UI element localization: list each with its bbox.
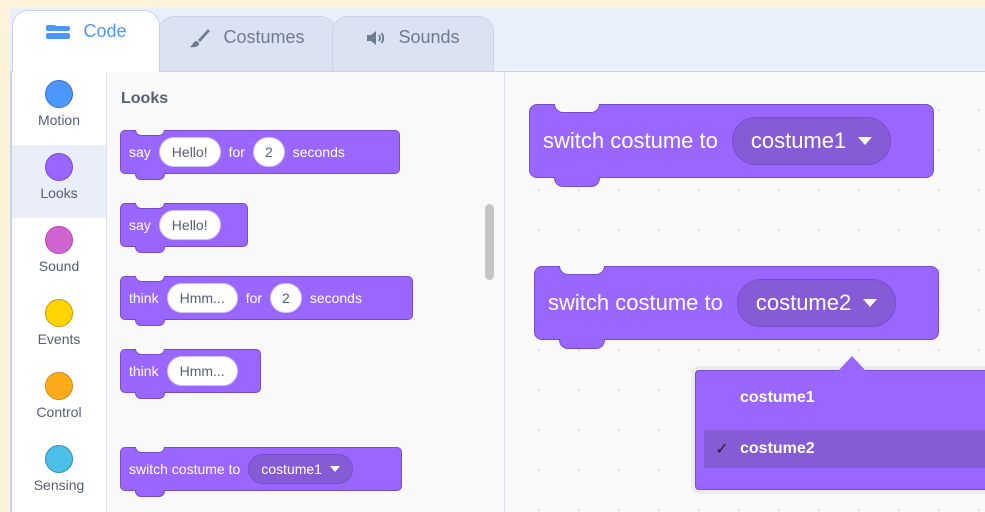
category-events-label: Events [37, 331, 81, 347]
block-tab [135, 319, 165, 326]
costume-dropdown[interactable]: costume1 [731, 117, 892, 165]
tab-sounds[interactable]: Sounds [332, 16, 494, 72]
block-text: switch costume to [129, 461, 241, 477]
block-text: think [129, 363, 159, 379]
tab-sounds-label: Sounds [398, 27, 460, 47]
block-tab [135, 173, 165, 180]
message-input[interactable]: Hmm... [166, 283, 238, 313]
block-notch [135, 447, 165, 453]
block-notch [559, 266, 605, 275]
dropdown-option-costume1[interactable]: costume1 [704, 379, 985, 417]
dropdown-option-label: costume2 [740, 440, 815, 457]
block-palette[interactable]: Looks say Hello! for 2 seconds say Hello… [107, 72, 505, 512]
message-input[interactable]: Hello! [158, 137, 221, 167]
block-notch [135, 203, 165, 209]
block-switch-costume[interactable]: switch costume to costume1 [120, 447, 402, 497]
checkmark-icon: ✓ [715, 441, 729, 458]
dropdown-pointer [838, 356, 866, 371]
tab-costumes[interactable]: Costumes [158, 16, 336, 72]
block-think-for-seconds[interactable]: think Hmm... for 2 seconds [120, 276, 413, 326]
block-notch [554, 104, 600, 113]
category-sound-label: Sound [38, 258, 80, 274]
palette-section-title: Looks [121, 90, 169, 107]
costume-dropdown-value: costume1 [750, 128, 847, 153]
category-sensing-label: Sensing [33, 477, 85, 493]
category-sound[interactable]: Sound [12, 218, 106, 291]
category-looks-label: Looks [40, 185, 78, 201]
block-text: for [228, 144, 245, 160]
block-notch [135, 276, 165, 282]
block-text: seconds [309, 290, 362, 306]
workspace-block-switch-costume-2[interactable]: switch costume to costume2 [534, 266, 939, 349]
category-sensing[interactable]: Sensing [12, 437, 106, 510]
message-input[interactable]: Hello! [158, 210, 221, 240]
category-events-dot [45, 299, 73, 327]
category-motion-dot [45, 80, 73, 108]
category-control-label: Control [36, 404, 82, 420]
message-input[interactable]: Hmm... [166, 356, 238, 386]
dropdown-option-label: costume1 [740, 389, 815, 406]
block-think[interactable]: think Hmm... [120, 349, 261, 399]
seconds-input[interactable]: 2 [270, 283, 302, 313]
block-tab [554, 177, 600, 187]
palette-scrollbar[interactable] [485, 204, 494, 280]
block-text: switch costume to [548, 290, 723, 315]
category-control-dot [45, 372, 73, 400]
block-tab [135, 490, 165, 497]
block-tab [135, 246, 165, 253]
tab-bar: Code Costumes Sounds [0, 0, 985, 72]
block-text: say [129, 144, 151, 160]
workspace-block-switch-costume-1[interactable]: switch costume to costume1 [529, 104, 934, 187]
costume-dropdown[interactable]: costume1 [248, 454, 353, 484]
block-text: say [129, 217, 151, 233]
brush-icon [189, 27, 211, 49]
costume-dropdown-value: costume2 [755, 290, 852, 315]
tab-costumes-label: Costumes [223, 27, 305, 47]
block-tab [559, 339, 605, 349]
caret-down-icon [329, 466, 340, 472]
block-say[interactable]: say Hello! [120, 203, 248, 253]
block-text: think [129, 290, 159, 306]
block-notch [135, 349, 165, 355]
category-motion[interactable]: Motion [12, 72, 106, 145]
category-motion-label: Motion [37, 112, 81, 128]
block-notch [135, 130, 165, 136]
code-icon [45, 23, 71, 41]
dropdown-option-costume2[interactable]: ✓ costume2 [704, 430, 985, 468]
tab-code-label: Code [83, 21, 127, 41]
category-looks-dot [45, 153, 73, 181]
category-menu: Motion Looks Sound Events Control Sensin… [12, 72, 107, 512]
costume-dropdown-open[interactable]: costume2 [736, 279, 897, 327]
speaker-icon [366, 30, 386, 46]
block-text: for [245, 290, 263, 306]
costume-dropdown-value: costume1 [261, 461, 322, 477]
category-sensing-dot [45, 445, 73, 473]
category-sound-dot [45, 226, 73, 254]
category-control[interactable]: Control [12, 364, 106, 437]
category-looks[interactable]: Looks [12, 145, 106, 218]
block-tab [135, 392, 165, 399]
tab-code[interactable]: Code [12, 10, 160, 72]
block-text: seconds [292, 144, 345, 160]
category-events[interactable]: Events [12, 291, 106, 364]
caret-down-icon [863, 299, 878, 307]
seconds-input[interactable]: 2 [252, 137, 285, 167]
block-text: switch costume to [543, 128, 718, 153]
caret-down-icon [858, 137, 873, 145]
costume-dropdown-menu: costume1 ✓ costume2 [695, 370, 985, 490]
block-say-for-seconds[interactable]: say Hello! for 2 seconds [120, 130, 400, 180]
